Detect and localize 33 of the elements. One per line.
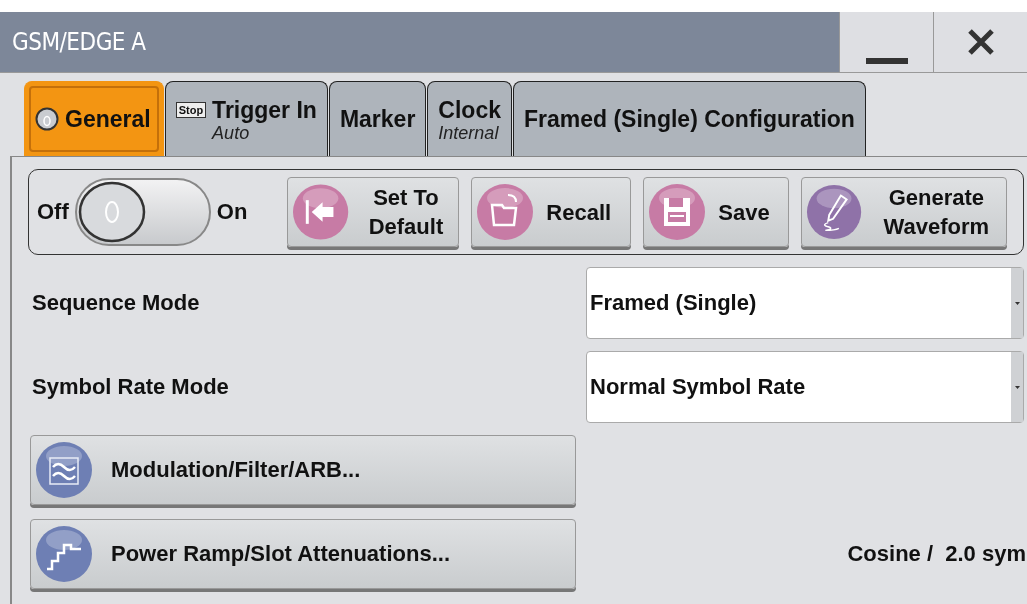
folder-icon bbox=[476, 183, 535, 241]
stop-flag-icon: Stop bbox=[175, 102, 207, 118]
tab[interactable]: General bbox=[24, 81, 164, 156]
tab[interactable]: Stop Trigger In Auto bbox=[164, 81, 328, 156]
dialog-button[interactable]: Modulation/Filter/ARB... bbox=[30, 435, 576, 505]
steps-icon bbox=[35, 525, 93, 583]
close-button[interactable] bbox=[933, 12, 1027, 72]
toolbar-button[interactable]: Set To Default bbox=[287, 177, 460, 247]
tab[interactable]: Clock Internal bbox=[427, 81, 512, 156]
filter-icon bbox=[35, 441, 93, 499]
close-icon bbox=[966, 28, 995, 56]
window-title: GSM/EDGE A bbox=[12, 28, 147, 56]
minimize-button[interactable] bbox=[839, 12, 933, 72]
dialog-button[interactable]: Power Ramp/Slot Attenuations... bbox=[30, 519, 576, 589]
tab[interactable]: Framed (Single) Configuration bbox=[513, 81, 866, 156]
toolbar-button[interactable]: Recall bbox=[471, 177, 632, 247]
floppy-disk-icon bbox=[648, 183, 707, 241]
dropdown[interactable]: Framed (Single) bbox=[586, 267, 1024, 339]
caret-icon bbox=[1014, 385, 1020, 389]
power-state-icon bbox=[35, 107, 59, 131]
arrow-left-icon bbox=[292, 183, 350, 241]
on-label: On bbox=[216, 199, 248, 225]
pencil-icon bbox=[806, 183, 863, 241]
toolbar-button[interactable]: Save bbox=[643, 177, 790, 247]
minimize-icon bbox=[865, 58, 908, 64]
tab[interactable]: Marker bbox=[328, 81, 427, 156]
toolbar-button[interactable]: Generate Waveform bbox=[801, 177, 1008, 247]
filter-summary: Cosine / 2.0 sym bbox=[847, 541, 1026, 567]
dropdown[interactable]: Normal Symbol Rate bbox=[586, 351, 1024, 423]
off-label: Off bbox=[37, 199, 69, 225]
setting-label: Sequence Mode bbox=[31, 290, 200, 316]
setting-label: Symbol Rate Mode bbox=[31, 374, 229, 400]
caret-icon bbox=[1014, 301, 1020, 305]
